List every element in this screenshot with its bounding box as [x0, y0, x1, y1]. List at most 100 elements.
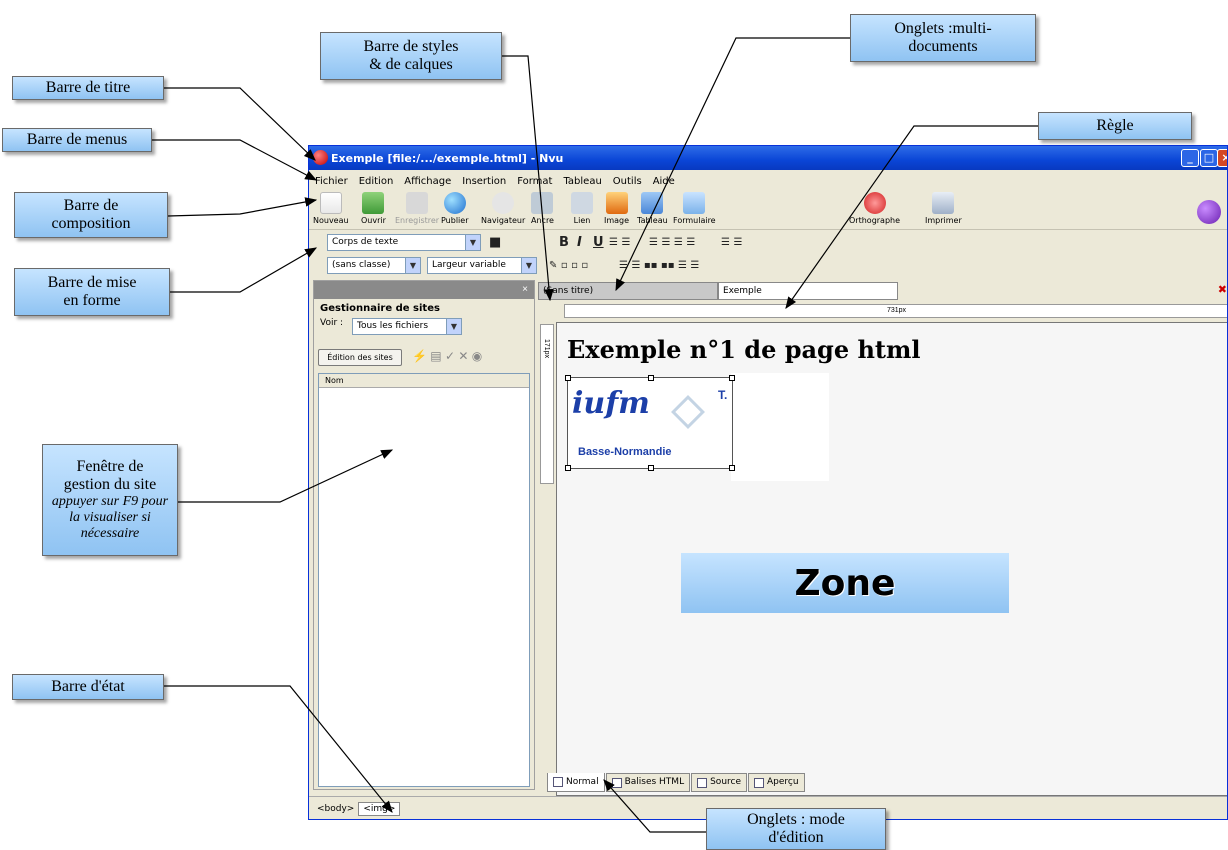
link-button[interactable]: Lien [571, 192, 593, 225]
menu-insertion[interactable]: Insertion [462, 176, 506, 187]
class-select[interactable]: (sans classe) ▼ [327, 257, 421, 274]
image-fragment-text: T. [718, 388, 728, 402]
align-icon[interactable]: ☰ ☰ ☰ ☰ [649, 234, 695, 252]
menu-fichier[interactable]: Fichier [315, 176, 348, 187]
site-tools-icon[interactable]: ⚡ ▤ ✓ ✕ ◉ [412, 349, 482, 363]
spellcheck-icon [863, 192, 886, 214]
italic-icon[interactable]: I [577, 234, 582, 252]
horizontal-ruler: 731px [564, 304, 1227, 318]
zone-label: Zone [681, 553, 1009, 613]
paragraph-format-select[interactable]: Corps de texte ▼ [327, 234, 481, 251]
save-icon [406, 192, 429, 214]
page-icon [553, 777, 563, 787]
menu-aide[interactable]: Aide [653, 176, 675, 187]
text-color-icon[interactable]: ■ [489, 234, 501, 252]
chevron-down-icon: ▼ [446, 319, 461, 334]
menu-affichage[interactable]: Affichage [404, 176, 451, 187]
menu-bar: Fichier Edition Affichage Insertion Form… [309, 172, 1227, 190]
tab-balises-html[interactable]: Balises HTML [605, 773, 691, 792]
minimize-icon[interactable]: _ [1181, 149, 1199, 167]
menu-format[interactable]: Format [517, 176, 552, 187]
layer-tools-icon[interactable]: ☰ ☰ ▪▪ ▪▪ ☰ ☰ [619, 257, 699, 275]
anchor-button[interactable]: Ancre [531, 192, 554, 225]
preview-icon [754, 777, 765, 788]
image-button[interactable]: Image [604, 192, 629, 225]
open-button[interactable]: Ouvrir [361, 192, 386, 225]
spellcheck-button[interactable]: Orthographe [849, 192, 900, 225]
site-manager-header: Gestionnaire de sites [320, 303, 440, 314]
underline-icon[interactable]: U [593, 234, 604, 252]
tag-img[interactable]: <img> [358, 801, 401, 816]
resize-handle[interactable] [648, 465, 654, 471]
edit-sites-button[interactable]: Édition des sites [318, 349, 402, 366]
callout-barre-etat: Barre d'état [12, 674, 164, 700]
browser-button[interactable]: Navigateur [481, 192, 525, 225]
callout-onglets-multi: Onglets :multi-documents [850, 14, 1036, 62]
close-icon[interactable]: × [1217, 149, 1227, 167]
open-icon [362, 192, 385, 214]
selected-image[interactable]: iufm Basse-Normandie T. [565, 375, 735, 471]
tab-sans-titre[interactable]: (Sans titre) [538, 282, 718, 300]
chevron-down-icon: ▼ [521, 258, 536, 273]
close-tab-icon[interactable]: ✖ [1218, 283, 1227, 296]
basse-normandie-text: Basse-Normandie [578, 446, 672, 458]
callout-regle: Règle [1038, 112, 1192, 140]
width-select[interactable]: Largeur variable ▼ [427, 257, 537, 274]
chevron-down-icon: ▼ [465, 235, 480, 250]
diamond-icon [671, 395, 705, 429]
publish-button[interactable]: Publier [441, 192, 469, 225]
site-file-list[interactable]: Nom [318, 373, 530, 787]
list-icon[interactable]: ☰ ☰ [609, 234, 630, 252]
new-icon [319, 192, 342, 214]
new-button[interactable]: Nouveau [313, 192, 349, 225]
title-bar[interactable]: Exemple [file:/.../exemple.html] - Nvu _… [309, 146, 1227, 170]
window-title: Exemple [file:/.../exemple.html] - Nvu [331, 151, 564, 165]
menu-edition[interactable]: Edition [359, 176, 394, 187]
callout-fenetre-site: Fenêtre de gestion du site appuyer sur F… [42, 444, 178, 556]
resize-handle[interactable] [565, 465, 571, 471]
format-toolbar-2: (sans classe) ▼ Largeur variable ▼ ✎ ▫ ▫ ▫… [309, 255, 1227, 277]
nvu-window: Exemple [file:/.../exemple.html] - Nvu _… [308, 145, 1228, 820]
resize-handle[interactable] [729, 375, 735, 381]
printer-icon [932, 192, 955, 214]
tag-body[interactable]: <body> [317, 804, 354, 814]
nvu-throbber-icon [1197, 200, 1221, 224]
save-button[interactable]: Enregistrer [395, 192, 439, 225]
indent-icon[interactable]: ☰ ☰ [721, 234, 742, 252]
tab-normal[interactable]: Normal [547, 773, 605, 792]
magnifier-icon [492, 192, 515, 214]
resize-handle[interactable] [648, 375, 654, 381]
nvu-logo-icon [313, 150, 328, 165]
callout-barre-menus: Barre de menus [2, 128, 152, 152]
menu-tableau[interactable]: Tableau [563, 176, 601, 187]
site-filter-select[interactable]: Tous les fichiers ▼ [352, 318, 462, 335]
tags-icon [611, 777, 622, 788]
vertical-ruler: 171px [540, 324, 554, 484]
source-icon [697, 777, 708, 788]
bold-icon[interactable]: B [559, 234, 569, 252]
page-heading[interactable]: Exemple n°1 de page html [567, 335, 920, 364]
style-tools-icon[interactable]: ✎ ▫ ▫ ▫ [549, 257, 588, 275]
tab-exemple[interactable]: Exemple [718, 282, 898, 300]
column-header-nom[interactable]: Nom [319, 374, 529, 388]
link-icon [571, 192, 593, 214]
callout-barre-composition: Barre de composition [14, 192, 168, 238]
maximize-icon[interactable]: □ [1200, 149, 1218, 167]
print-button[interactable]: Imprimer [925, 192, 962, 225]
edit-mode-tabs: Normal Balises HTML Source Aperçu [547, 773, 806, 793]
panel-close-icon[interactable]: × [314, 281, 534, 299]
image-background [731, 373, 829, 481]
resize-handle[interactable] [729, 465, 735, 471]
format-toolbar-1: Corps de texte ▼ ■ B I U ☰ ☰ ☰ ☰ ☰ ☰ ☰ ☰ [309, 232, 1227, 254]
table-button[interactable]: Tableau [637, 192, 668, 225]
callout-barre-mise-en-forme: Barre de mise en forme [14, 268, 170, 316]
annotated-screenshot: Exemple [file:/.../exemple.html] - Nvu _… [0, 0, 1228, 850]
iufm-logo-text: iufm [572, 386, 650, 421]
resize-handle[interactable] [565, 375, 571, 381]
tab-apercu[interactable]: Aperçu [748, 773, 805, 792]
menu-outils[interactable]: Outils [613, 176, 642, 187]
document-tabs: (Sans titre) Exemple ✖ [538, 280, 1227, 300]
form-button[interactable]: Formulaire [673, 192, 716, 225]
tab-source[interactable]: Source [691, 773, 748, 792]
editing-canvas[interactable]: Exemple n°1 de page html iufm Basse-Norm… [556, 322, 1227, 796]
